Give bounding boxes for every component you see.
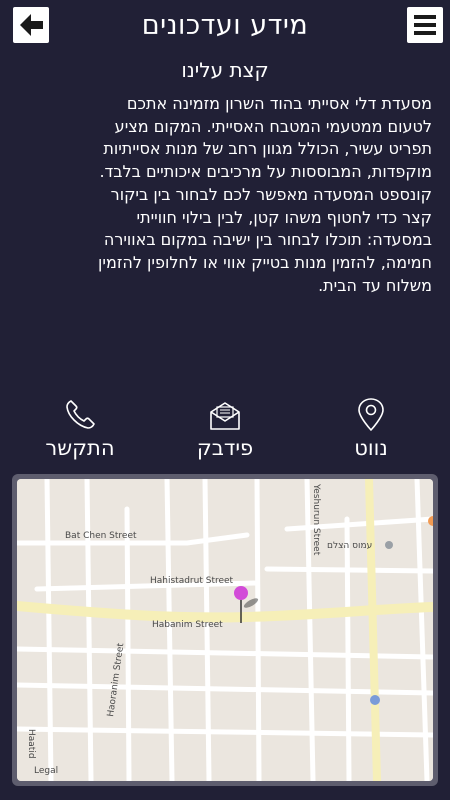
about-line: במסעדה: תוכלו לבחור בין ישיבה במקום באוו…	[103, 230, 432, 250]
location-pin-icon	[358, 398, 384, 431]
top-bar: מידע ועדכונים	[0, 0, 450, 50]
call-button[interactable]: התקשר	[20, 398, 140, 468]
street-label-haatid: Haatid	[26, 729, 36, 759]
feedback-label: פידבק	[196, 436, 254, 460]
street-label-yeshurun: Yeshurun Street	[311, 483, 321, 556]
poi-icon[interactable]	[385, 541, 393, 549]
bus-stop-icon[interactable]	[370, 695, 380, 705]
page-title: מידע ועדכונים	[141, 9, 309, 41]
navigate-button[interactable]: נווט	[311, 398, 431, 468]
about-line: קצר כדי לחטוף משהו קטן, לבין בילוי חוויי…	[136, 207, 432, 227]
map-view[interactable]: Bat Chen Street Hahistadrut Street Haban…	[17, 479, 433, 781]
about-line: מסעדת דלי אסייתי בהוד השרון מזמינה אתכם	[126, 94, 432, 113]
street-map[interactable]: Bat Chen Street Hahistadrut Street Haban…	[17, 479, 433, 781]
about-line: תפריט עשיר, הכולל מגוון רחב של מנות אסיי…	[103, 139, 432, 159]
hamburger-menu-icon	[414, 15, 436, 35]
about-title: קצת עלינו	[181, 58, 269, 82]
call-label: התקשר	[45, 436, 115, 460]
navigate-label: נווט	[354, 436, 388, 460]
about-line: קונספט המסעדה מאפשר לכם לבחור בין ביקור	[110, 184, 432, 204]
about-line: לטעום ממטעמי המטבח האסייתי. המקום מציע	[114, 116, 432, 136]
feedback-button[interactable]: פידבק	[165, 398, 285, 468]
map-frame: Bat Chen Street Hahistadrut Street Haban…	[12, 474, 438, 786]
back-button[interactable]	[13, 7, 49, 43]
poi-label: עמוס הצלם	[327, 541, 372, 551]
arrow-left-icon	[20, 14, 43, 36]
about-description: מסעדת דלי אסייתי בהוד השרון מזמינה אתכם …	[22, 93, 432, 297]
street-label-hahistadrut: Hahistadrut Street	[150, 576, 234, 586]
street-label-habanim: Habanim Street	[152, 620, 223, 630]
action-bar: התקשר פידבק נווט	[0, 398, 450, 468]
about-line: משלוח עד הבית.	[318, 275, 432, 295]
about-line: חמימה, להזמין מנות בטייק אווי או לחלופין…	[98, 252, 432, 272]
menu-button[interactable]	[407, 7, 443, 43]
map-legal-link[interactable]: Legal	[34, 766, 58, 776]
phone-icon	[66, 400, 95, 429]
about-line: מוקפדות, המבוססות על מרכיבים איכותיים בל…	[99, 162, 432, 182]
street-label-bat-chen: Bat Chen Street	[65, 531, 137, 541]
envelope-icon	[210, 402, 240, 430]
